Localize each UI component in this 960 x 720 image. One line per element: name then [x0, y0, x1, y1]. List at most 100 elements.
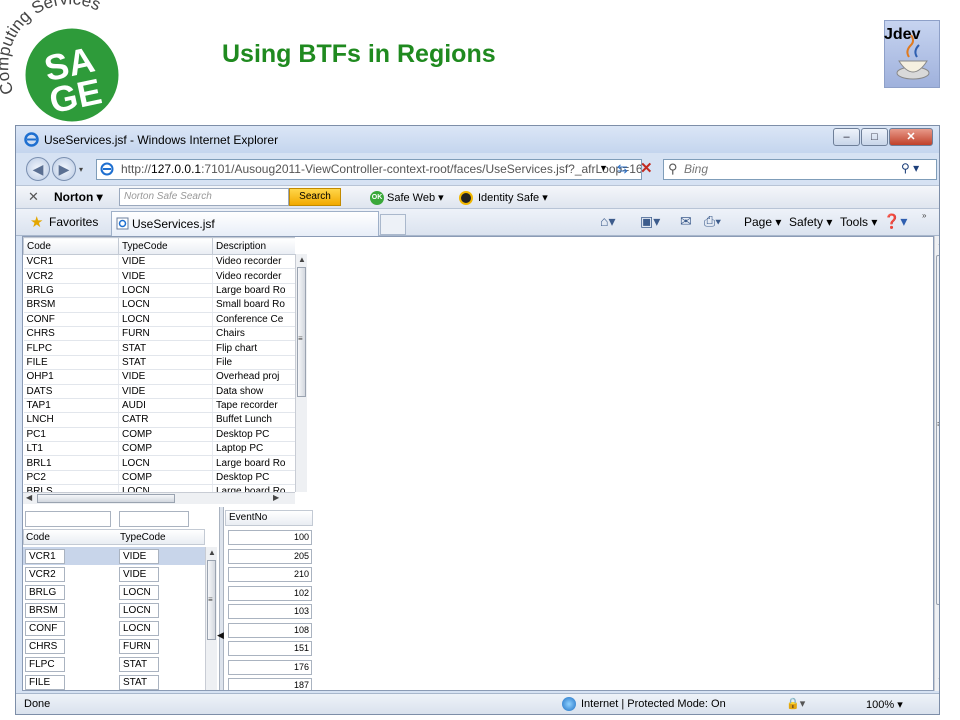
- code-field[interactable]: FLPC: [25, 657, 65, 672]
- minimize-button[interactable]: –: [833, 128, 860, 146]
- typecode-field[interactable]: FURN: [119, 639, 159, 654]
- typecode-field[interactable]: LOCN: [119, 603, 159, 618]
- new-tab-button[interactable]: [380, 214, 406, 235]
- print-icon[interactable]: ⎙▾: [704, 213, 721, 230]
- favorites-button[interactable]: Favorites: [49, 215, 98, 229]
- address-dropdown-icon[interactable]: ▼: [599, 163, 608, 173]
- column-header-description[interactable]: Description: [212, 237, 295, 255]
- refresh-icon[interactable]: ⇆: [617, 161, 628, 177]
- norton-search-button[interactable]: Search: [289, 188, 341, 206]
- column-header-typecode[interactable]: TypeCode: [118, 237, 213, 255]
- code-field[interactable]: FILE: [25, 675, 65, 690]
- zoom-level[interactable]: 100% ▾: [866, 698, 903, 711]
- region-table-vscroll[interactable]: ▲ ≡: [205, 547, 217, 690]
- safety-menu[interactable]: Safety ▾: [789, 215, 832, 229]
- table-row[interactable]: VCR1 VIDE Video recorder: [23, 254, 295, 270]
- tools-menu[interactable]: Tools ▾: [840, 215, 877, 229]
- mail-icon[interactable]: ✉: [680, 213, 692, 230]
- list-item[interactable]: VCR2 VIDE: [23, 565, 205, 583]
- table-row[interactable]: LNCH CATR Buffet Lunch: [23, 412, 295, 428]
- typecode-field[interactable]: LOCN: [119, 621, 159, 636]
- list-item[interactable]: FILE STAT: [23, 673, 205, 690]
- table-row[interactable]: FILE STAT File: [23, 355, 295, 371]
- collapse-panel-icon[interactable]: ◀: [217, 630, 224, 641]
- table-row[interactable]: CONF LOCN Conference Ce: [23, 312, 295, 327]
- stop-icon[interactable]: ✕: [640, 159, 653, 177]
- norton-menu[interactable]: Norton ▾: [54, 190, 103, 204]
- table-row[interactable]: PC1 COMP Desktop PC: [23, 427, 295, 443]
- panel-splitter[interactable]: [219, 507, 224, 690]
- table-row[interactable]: BRLS LOCN Large board Ro: [23, 484, 295, 492]
- services-table-hscroll[interactable]: ◀ ▶: [23, 492, 295, 504]
- code-field[interactable]: BRLG: [25, 585, 65, 600]
- table-row[interactable]: CHRS FURN Chairs: [23, 326, 295, 342]
- table-row[interactable]: BRLG LOCN Large board Ro: [23, 283, 295, 299]
- list-item[interactable]: FLPC STAT: [23, 655, 205, 673]
- code-field[interactable]: CHRS: [25, 639, 65, 654]
- list-item[interactable]: BRLG LOCN: [23, 583, 205, 601]
- table-row[interactable]: VCR2 VIDE Video recorder: [23, 268, 295, 284]
- list-item[interactable]: CONF LOCN: [23, 619, 205, 637]
- typecode-field[interactable]: STAT: [119, 675, 159, 690]
- eventno-field[interactable]: 205: [228, 548, 312, 564]
- tab-useservices[interactable]: UseServices.jsf: [111, 211, 379, 236]
- search-input[interactable]: Bing: [663, 159, 937, 180]
- back-button[interactable]: ◀: [26, 157, 50, 181]
- scroll-left-icon[interactable]: ◀: [26, 493, 32, 502]
- table-row[interactable]: BRL1 LOCN Large board Ro: [23, 455, 295, 471]
- scroll-up-icon[interactable]: ▲: [298, 255, 306, 264]
- code-field[interactable]: CONF: [25, 621, 65, 636]
- code-filter-input[interactable]: [25, 511, 111, 527]
- maximize-button[interactable]: □: [861, 128, 888, 146]
- page-menu[interactable]: Page ▾: [744, 215, 781, 229]
- eventno-field[interactable]: 151: [228, 641, 312, 656]
- history-dropdown-icon[interactable]: ▾: [79, 165, 83, 174]
- typecode-filter-input[interactable]: [119, 511, 189, 527]
- scroll-thumb[interactable]: [37, 494, 175, 503]
- safe-web-menu[interactable]: Safe Web ▾: [387, 191, 444, 204]
- table-row[interactable]: OHP1 VIDE Overhead proj: [23, 369, 295, 385]
- typecode-field[interactable]: STAT: [119, 657, 159, 672]
- scroll-down-icon[interactable]: ▼: [937, 676, 939, 685]
- typecode-field[interactable]: VIDE: [119, 549, 159, 564]
- eventno-field[interactable]: 103: [228, 604, 312, 619]
- table-row[interactable]: PC2 COMP Desktop PC: [23, 470, 295, 486]
- favorites-star-icon[interactable]: ★: [30, 213, 43, 231]
- feeds-icon[interactable]: ▣▾: [640, 213, 660, 230]
- table-row[interactable]: FLPC STAT Flip chart: [23, 340, 295, 356]
- list-item[interactable]: VCR1 VIDE: [23, 547, 205, 565]
- eventno-field[interactable]: 210: [228, 567, 312, 582]
- identity-safe-menu[interactable]: Identity Safe ▾: [478, 191, 548, 204]
- typecode-field[interactable]: VIDE: [119, 567, 159, 582]
- eventno-field[interactable]: 187: [228, 678, 312, 690]
- eventno-field[interactable]: 108: [228, 622, 312, 638]
- scroll-right-icon[interactable]: ▶: [273, 493, 279, 502]
- norton-search-input[interactable]: Norton Safe Search: [119, 188, 289, 206]
- table-row[interactable]: TAP1 AUDI Tape recorder: [23, 398, 295, 414]
- eventno-field[interactable]: 100: [228, 530, 312, 545]
- scroll-up-icon[interactable]: ▲: [937, 238, 939, 247]
- list-item[interactable]: CHRS FURN: [23, 637, 205, 655]
- eventno-field[interactable]: 102: [228, 585, 312, 601]
- close-toolbar-icon[interactable]: ✕: [28, 189, 39, 205]
- table-row[interactable]: DATS VIDE Data show: [23, 384, 295, 399]
- page-vscroll[interactable]: ▲ ≡ ▼: [934, 236, 939, 691]
- table-row[interactable]: BRSM LOCN Small board Ro: [23, 297, 295, 313]
- address-bar[interactable]: http://127.0.0.1:7101/Ausoug2011-ViewCon…: [96, 159, 642, 180]
- help-icon[interactable]: ❓▾: [883, 213, 907, 230]
- typecode-field[interactable]: LOCN: [119, 585, 159, 600]
- column-header-code[interactable]: Code: [23, 237, 119, 255]
- scroll-thumb[interactable]: [297, 267, 306, 397]
- list-item[interactable]: BRSM LOCN: [23, 601, 205, 619]
- security-zone[interactable]: Internet | Protected Mode: On: [581, 698, 726, 710]
- eventno-field[interactable]: 176: [228, 659, 312, 675]
- table-row[interactable]: LT1 COMP Laptop PC: [23, 441, 295, 457]
- close-button[interactable]: ✕: [889, 128, 933, 146]
- code-field[interactable]: VCR2: [25, 567, 65, 582]
- scroll-thumb[interactable]: [936, 255, 939, 605]
- services-table-vscroll[interactable]: ▲ ≡: [295, 254, 307, 492]
- code-field[interactable]: VCR1: [25, 549, 65, 564]
- protected-mode-icon[interactable]: 🔒▾: [786, 697, 805, 710]
- more-commands-icon[interactable]: »: [922, 211, 926, 220]
- forward-button[interactable]: ▶: [52, 157, 76, 181]
